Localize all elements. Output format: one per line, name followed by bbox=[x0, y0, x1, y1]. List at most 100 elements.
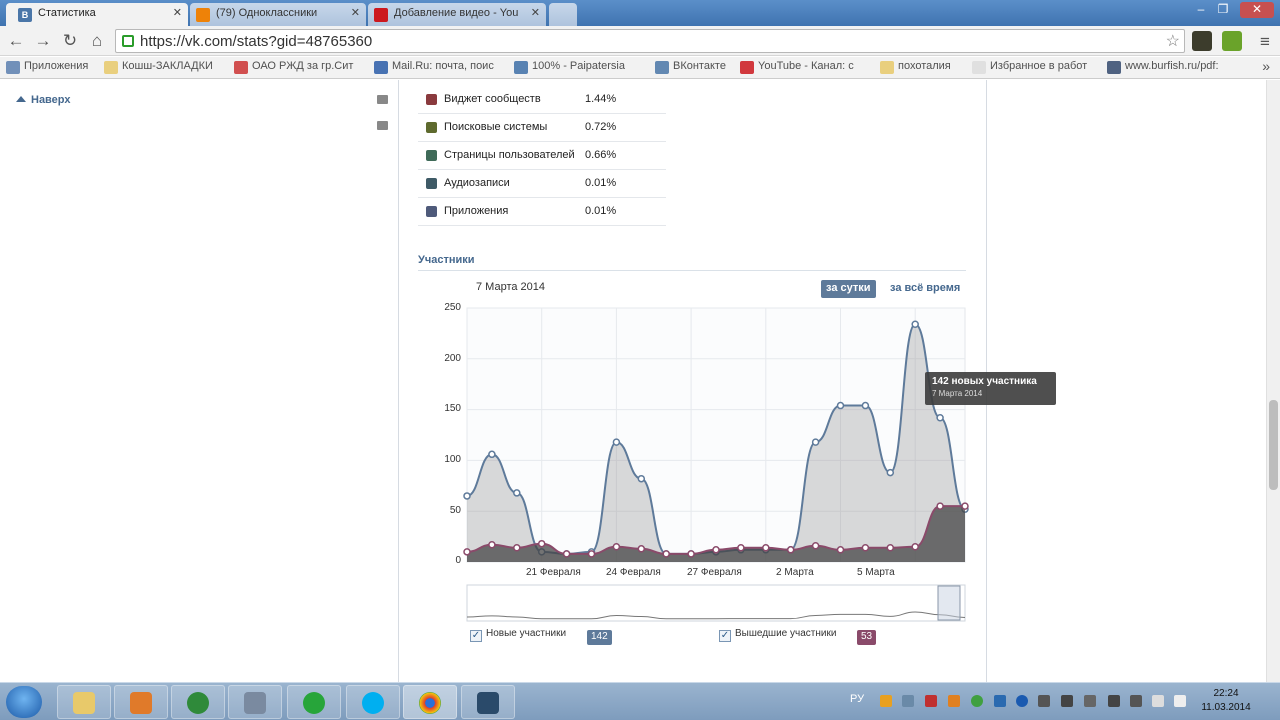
close-window-icon[interactable]: ✕ bbox=[1240, 2, 1274, 18]
close-tab-icon[interactable]: ✕ bbox=[173, 6, 182, 19]
data-point bbox=[861, 544, 870, 552]
tray-icon[interactable] bbox=[1108, 695, 1120, 707]
tray-icon[interactable] bbox=[925, 695, 937, 707]
taskbar-explorer[interactable] bbox=[57, 685, 111, 719]
tray-icon[interactable] bbox=[971, 695, 983, 707]
x-tick-label: 27 Февраля bbox=[687, 567, 742, 578]
menu-icon[interactable]: ≡ bbox=[1254, 32, 1276, 52]
data-point bbox=[911, 320, 919, 329]
taskbar-clock[interactable]: 22:24 11.03.2014 bbox=[1196, 687, 1256, 715]
bookmark-star-icon[interactable]: ☆ bbox=[1166, 31, 1180, 51]
tray-icon[interactable] bbox=[1061, 695, 1073, 707]
members-chart[interactable] bbox=[0, 80, 1280, 682]
bookmark-item[interactable]: ОАО РЖД за гр.Сит bbox=[234, 60, 353, 76]
scrollbar-thumb[interactable] bbox=[1269, 400, 1278, 490]
windows-taskbar: РУ 22:24 11.03.2014 bbox=[0, 682, 1280, 720]
volume-icon[interactable] bbox=[1152, 695, 1164, 707]
download-extension-icon[interactable] bbox=[1222, 31, 1242, 51]
browser-toolbar: ← → ↻ ⌂ https://vk.com/stats?gid=4876536… bbox=[0, 26, 1280, 56]
home-icon[interactable]: ⌂ bbox=[86, 31, 108, 51]
bookmark-item[interactable]: ВКонтакте bbox=[655, 60, 726, 76]
taskbar-app[interactable] bbox=[171, 685, 225, 719]
taskbar-skype[interactable] bbox=[346, 685, 400, 719]
tab-odnoklassniki[interactable]: (79) Одноклассники ✕ bbox=[190, 3, 366, 26]
bookmark-item[interactable]: похоталия bbox=[880, 60, 951, 76]
legend-left-members[interactable]: ✓ Вышедшие участники bbox=[719, 628, 836, 642]
new-tab-button[interactable] bbox=[549, 3, 577, 26]
forward-arrow-icon[interactable]: → bbox=[32, 31, 54, 51]
ok-favicon-icon bbox=[196, 8, 210, 22]
tray-icon[interactable] bbox=[948, 695, 960, 707]
close-tab-icon[interactable]: ✕ bbox=[531, 6, 540, 19]
minimize-icon[interactable]: – bbox=[1190, 2, 1212, 18]
tray-icon[interactable] bbox=[902, 695, 914, 707]
address-bar[interactable]: https://vk.com/stats?gid=48765360 ☆ bbox=[115, 29, 1185, 53]
site-icon bbox=[1107, 61, 1121, 74]
taskbar-mail-agent[interactable] bbox=[287, 685, 341, 719]
network-icon[interactable] bbox=[1130, 695, 1142, 707]
bookmark-item[interactable]: YouTube - Канал: с bbox=[740, 60, 854, 76]
taskbar-calculator[interactable] bbox=[228, 685, 282, 719]
bookmark-item[interactable]: Кошш-ЗАКЛАДКИ bbox=[104, 60, 213, 76]
youtube-icon bbox=[740, 61, 754, 74]
data-point bbox=[961, 502, 969, 510]
back-arrow-icon[interactable]: ← bbox=[5, 31, 27, 51]
youtube-favicon-icon bbox=[374, 8, 388, 22]
tab-title: (79) Одноклассники bbox=[216, 7, 318, 19]
data-point bbox=[513, 489, 521, 497]
legend-new-members[interactable]: ✓ Новые участники bbox=[470, 628, 566, 642]
taskbar-music[interactable] bbox=[461, 685, 515, 719]
bookmark-item[interactable]: Избранное в работ bbox=[972, 60, 1087, 76]
chrome-icon bbox=[419, 692, 441, 714]
bookmark-item[interactable]: 100% - Paipatersia bbox=[514, 60, 625, 76]
data-point bbox=[488, 540, 496, 549]
extension-icon[interactable] bbox=[1192, 31, 1212, 51]
data-point bbox=[737, 544, 745, 552]
vk-favicon-icon: В bbox=[18, 8, 32, 22]
x-tick-label: 21 Февраля bbox=[526, 567, 581, 578]
tray-icon[interactable] bbox=[994, 695, 1006, 707]
reload-icon[interactable]: ↻ bbox=[59, 31, 81, 51]
tab-youtube-upload[interactable]: Добавление видео - You ✕ bbox=[368, 3, 546, 26]
tray-icon[interactable] bbox=[1084, 695, 1096, 707]
tray-icon[interactable] bbox=[880, 695, 892, 707]
tab-statistics[interactable]: В Статистика ✕ bbox=[6, 3, 188, 26]
data-point bbox=[861, 401, 870, 410]
data-point bbox=[811, 541, 820, 550]
start-button[interactable] bbox=[6, 686, 42, 718]
data-point bbox=[637, 474, 646, 483]
close-tab-icon[interactable]: ✕ bbox=[351, 6, 360, 19]
data-point bbox=[786, 546, 795, 554]
bookmark-item[interactable]: Приложения bbox=[6, 60, 88, 76]
browser-tab-strip: В Статистика ✕ (79) Одноклассники ✕ Доба… bbox=[0, 0, 1280, 26]
checkbox-checked-icon[interactable]: ✓ bbox=[719, 630, 731, 642]
bookmark-item[interactable]: www.burfish.ru/pdf: bbox=[1107, 60, 1219, 76]
folder-icon bbox=[73, 692, 95, 714]
checkbox-checked-icon[interactable]: ✓ bbox=[470, 630, 482, 642]
calculator-icon bbox=[244, 692, 266, 714]
x-tick-label: 24 Февраля bbox=[606, 567, 661, 578]
url-text: https://vk.com/stats?gid=48765360 bbox=[140, 33, 373, 50]
bookmark-item[interactable]: Mail.Ru: почта, поис bbox=[374, 60, 494, 76]
data-point bbox=[762, 544, 770, 552]
vk-icon bbox=[655, 61, 669, 74]
more-bookmarks-icon[interactable]: » bbox=[1262, 58, 1270, 74]
page-scrollbar[interactable] bbox=[1266, 80, 1280, 682]
restore-icon[interactable]: ❐ bbox=[1212, 2, 1234, 18]
bluetooth-icon[interactable] bbox=[1016, 695, 1028, 707]
taskbar-media-player[interactable] bbox=[114, 685, 168, 719]
media-player-icon bbox=[130, 692, 152, 714]
bookmarks-bar: Приложения Кошш-ЗАКЛАДКИ ОАО РЖД за гр.С… bbox=[0, 57, 1280, 79]
taskbar-chrome[interactable] bbox=[403, 685, 457, 719]
page-content: Наверх Виджет сообществ 1.44% Поисковые с… bbox=[0, 80, 1280, 682]
language-indicator[interactable]: РУ bbox=[850, 693, 864, 705]
tab-title: Добавление видео - You bbox=[394, 7, 519, 19]
action-center-icon[interactable] bbox=[1174, 695, 1186, 707]
folder-icon bbox=[104, 61, 118, 74]
range-navigator bbox=[466, 584, 966, 622]
data-point bbox=[811, 438, 820, 446]
chart-tooltip: 142 новых участника 7 Марта 2014 bbox=[925, 372, 1056, 405]
tray-icon[interactable] bbox=[1038, 695, 1050, 707]
tab-title: Статистика bbox=[38, 7, 96, 19]
ps-icon bbox=[514, 61, 528, 74]
